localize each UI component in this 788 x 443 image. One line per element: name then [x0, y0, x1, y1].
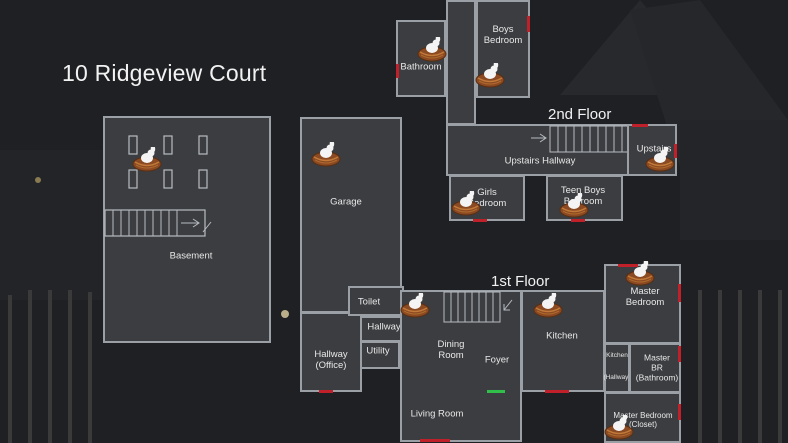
- label-foyer: Foyer: [484, 354, 510, 366]
- label-master-bedroom: Master Bedroom: [625, 286, 665, 308]
- door: [473, 219, 487, 222]
- label-kitchen: Kitchen: [546, 330, 578, 342]
- door: [319, 390, 333, 393]
- door: [678, 284, 681, 302]
- door: [678, 346, 681, 362]
- floor-label-2nd: 2nd Floor: [548, 106, 612, 123]
- label-upstairs-hallway: Upstairs Hallway: [504, 155, 576, 167]
- easter-bunny-nest-icon[interactable]: [604, 415, 634, 441]
- easter-bunny-nest-icon[interactable]: [311, 142, 341, 168]
- easter-bunny-nest-icon[interactable]: [417, 37, 447, 63]
- basement-fixtures: [104, 135, 212, 237]
- label-garage: Garage: [330, 196, 362, 208]
- map-title: 10 Ridgeview Court: [62, 60, 267, 86]
- easter-bunny-nest-icon[interactable]: [475, 63, 505, 89]
- label-toilet: Toilet: [357, 296, 381, 308]
- easter-bunny-nest-icon[interactable]: [559, 193, 589, 219]
- door: [420, 439, 450, 442]
- door: [545, 390, 569, 393]
- label-boys-bedroom: Boys Bedroom: [483, 24, 523, 46]
- floor-label-1st: 1st Floor: [491, 273, 550, 290]
- door: [396, 64, 399, 78]
- easter-bunny-nest-icon[interactable]: [533, 293, 563, 319]
- label-master-br-bathroom: Master BR (Bathroom): [635, 352, 679, 382]
- door: [571, 219, 585, 222]
- label-hallway-office: Hallway (Office): [314, 349, 348, 371]
- door: [632, 124, 648, 127]
- easter-bunny-nest-icon[interactable]: [645, 147, 675, 173]
- label-hallway: Hallway: [367, 321, 401, 333]
- easter-bunny-nest-icon[interactable]: [451, 191, 481, 217]
- door: [678, 404, 681, 420]
- label-bathroom: Bathroom: [400, 61, 442, 73]
- door: [527, 16, 530, 32]
- easter-bunny-nest-icon[interactable]: [625, 261, 655, 287]
- room-2f-corridor[interactable]: [446, 0, 476, 125]
- easter-bunny-nest-icon[interactable]: [400, 293, 430, 319]
- easter-bunny-nest-icon[interactable]: [132, 147, 162, 173]
- door-exit: [487, 390, 505, 393]
- label-kitchen-hallway: Kitchen (Hallway): [603, 352, 631, 382]
- label-basement: Basement: [169, 250, 213, 262]
- label-living-room: Living Room: [410, 408, 464, 420]
- label-utility: Utility: [366, 345, 390, 357]
- label-dining-room: Dining Room: [437, 339, 465, 361]
